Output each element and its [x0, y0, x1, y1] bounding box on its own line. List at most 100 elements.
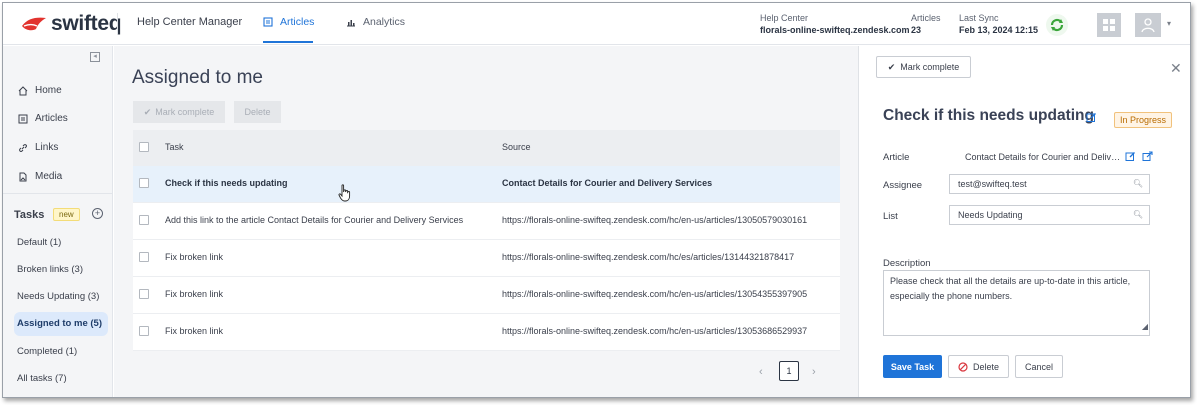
- assignee-label: Assignee: [883, 180, 923, 191]
- table-row[interactable]: Check if this needs updating Contact Det…: [133, 166, 840, 203]
- prev-page-icon[interactable]: ‹: [759, 366, 763, 378]
- brand-name: swifteq: [51, 12, 122, 35]
- row-checkbox[interactable]: [139, 252, 149, 262]
- edit-icon[interactable]: [1086, 112, 1097, 123]
- task-list-assigned-to-me[interactable]: Assigned to me (5): [14, 312, 108, 336]
- page-number-current[interactable]: 1: [779, 361, 799, 381]
- apps-grid-button[interactable]: [1097, 13, 1121, 37]
- logo[interactable]: swifteq: [21, 12, 122, 36]
- tasks-heading: Tasks: [14, 209, 45, 221]
- task-title: Check if this needs updating: [883, 107, 1094, 124]
- article-icon: [18, 114, 28, 123]
- sidebar-item-articles[interactable]: Articles: [18, 113, 68, 124]
- help-center-label: Help Center: [760, 13, 809, 23]
- task-cell: Add this link to the article Contact Det…: [165, 215, 464, 225]
- tasks-table: Task Source Check if this needs updating…: [133, 130, 840, 351]
- home-icon: [18, 85, 28, 95]
- next-page-icon[interactable]: ›: [812, 366, 816, 378]
- search-icon: 🔍︎: [1132, 210, 1143, 219]
- app-title: Help Center Manager: [137, 16, 243, 28]
- table-row[interactable]: Add this link to the article Contact Det…: [133, 203, 840, 240]
- grid-icon: [1103, 19, 1115, 31]
- article-label: Article: [883, 152, 910, 163]
- panel-delete-button[interactable]: Delete: [948, 355, 1009, 378]
- sidebar-item-label: Home: [35, 85, 62, 96]
- main-content: Assigned to me ✔ Mark complete Delete Ta…: [114, 46, 858, 397]
- sidebar-item-media[interactable]: Media: [18, 171, 62, 182]
- sidebar-item-home[interactable]: Home: [18, 85, 62, 96]
- task-list-default[interactable]: Default (1): [14, 231, 108, 255]
- list-field[interactable]: Needs Updating 🔍︎: [949, 205, 1150, 225]
- top-bar: swifteq Help Center Manager Articles Ana…: [3, 3, 1190, 45]
- user-avatar[interactable]: [1135, 13, 1161, 37]
- table-row[interactable]: Fix broken link https://florals-online-s…: [133, 277, 840, 314]
- check-icon: ✔: [143, 106, 152, 117]
- panel-mark-complete-button[interactable]: ✔ Mark complete: [876, 56, 971, 78]
- task-list-all-tasks[interactable]: All tasks (7): [14, 367, 108, 391]
- description-textarea[interactable]: Please check that all the details are up…: [883, 270, 1150, 336]
- help-center-value: florals-online-swifteq.zendesk.com: [760, 25, 910, 35]
- close-icon[interactable]: ✕: [1170, 60, 1182, 77]
- save-task-button[interactable]: Save Task: [883, 355, 942, 378]
- source-cell[interactable]: https://florals-online-swifteq.zendesk.c…: [502, 252, 794, 262]
- sidebar-item-label: Articles: [35, 113, 68, 124]
- task-list-broken-links[interactable]: Broken links (3): [14, 258, 108, 282]
- status-badge: In Progress: [1114, 112, 1173, 128]
- row-checkbox[interactable]: [139, 289, 149, 299]
- edit-icon[interactable]: [1125, 151, 1136, 162]
- articles-count-info: Articles 23: [911, 12, 941, 36]
- prohibited-icon: [958, 361, 968, 372]
- sidebar-item-label: Links: [35, 142, 59, 153]
- help-center-info: Help Center florals-online-swifteq.zende…: [760, 12, 910, 36]
- bar-chart-icon: [347, 20, 355, 27]
- articles-count-value: 23: [911, 25, 922, 35]
- table-row[interactable]: Fix broken link https://florals-online-s…: [133, 314, 840, 351]
- source-cell[interactable]: https://florals-online-swifteq.zendesk.c…: [502, 326, 807, 336]
- sidebar-item-links[interactable]: Links: [18, 142, 58, 153]
- panel-delete-label: Delete: [972, 361, 999, 372]
- mark-complete-button[interactable]: ✔ Mark complete: [133, 101, 225, 123]
- cancel-button[interactable]: Cancel: [1015, 355, 1063, 378]
- table-header: Task Source: [133, 130, 840, 166]
- new-badge: new: [53, 208, 80, 221]
- row-checkbox[interactable]: [139, 326, 149, 336]
- sync-icon: [1050, 18, 1064, 32]
- task-detail-panel: ✔ Mark complete ✕ Check if this needs up…: [858, 46, 1190, 397]
- divider: [117, 13, 118, 35]
- article-icon: [263, 17, 273, 27]
- resize-handle-icon[interactable]: ◢: [1142, 319, 1148, 334]
- task-list-needs-updating[interactable]: Needs Updating (3): [14, 285, 108, 309]
- source-cell[interactable]: https://florals-online-swifteq.zendesk.c…: [502, 215, 807, 225]
- tab-articles-label: Articles: [280, 16, 315, 28]
- article-value: Contact Details for Courier and Delivery…: [965, 152, 1125, 162]
- row-checkbox[interactable]: [139, 178, 149, 188]
- add-task-list-icon[interactable]: +: [92, 208, 103, 219]
- task-list-completed[interactable]: Completed (1): [14, 340, 108, 364]
- assignee-value: test@swifteq.test: [958, 179, 1027, 189]
- source-cell[interactable]: Contact Details for Courier and Delivery…: [502, 178, 712, 188]
- row-checkbox[interactable]: [139, 215, 149, 225]
- chevron-down-icon[interactable]: ▾: [1167, 19, 1171, 28]
- collapse-sidebar-icon[interactable]: ◂: [90, 52, 100, 62]
- description-value: Please check that all the details are up…: [890, 276, 1131, 301]
- search-icon: 🔍︎: [1132, 179, 1143, 188]
- list-value: Needs Updating: [958, 210, 1023, 220]
- sync-button[interactable]: [1046, 14, 1068, 36]
- source-cell[interactable]: https://florals-online-swifteq.zendesk.c…: [502, 289, 807, 299]
- media-icon: [19, 172, 27, 181]
- tab-articles[interactable]: Articles: [263, 16, 314, 28]
- app-window: swifteq Help Center Manager Articles Ana…: [2, 2, 1191, 398]
- tab-analytics-label: Analytics: [363, 16, 406, 28]
- external-link-icon[interactable]: [1142, 151, 1153, 162]
- mark-complete-label: Mark complete: [155, 107, 215, 117]
- tab-analytics[interactable]: Analytics: [346, 16, 405, 28]
- delete-button[interactable]: Delete: [234, 101, 281, 123]
- table-row[interactable]: Fix broken link https://florals-online-s…: [133, 240, 840, 277]
- divider: [3, 193, 113, 194]
- assignee-field[interactable]: test@swifteq.test 🔍︎: [949, 174, 1150, 194]
- task-cell: Check if this needs updating: [165, 178, 288, 188]
- select-all-checkbox[interactable]: [139, 142, 149, 152]
- task-cell: Fix broken link: [165, 326, 224, 336]
- list-label: List: [883, 211, 898, 222]
- swifteq-bird-icon: [22, 17, 46, 31]
